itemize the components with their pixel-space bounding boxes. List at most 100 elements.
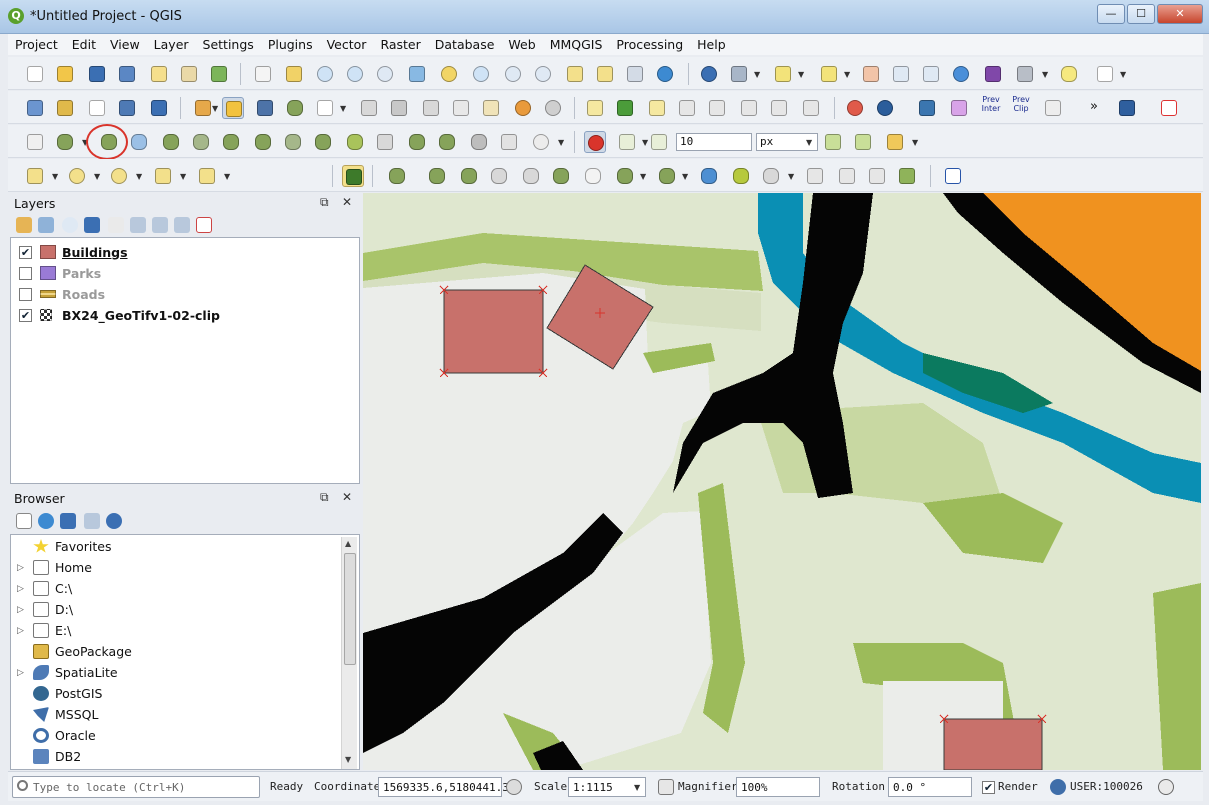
- chevron-down-icon[interactable]: ▼: [212, 104, 218, 113]
- layer-visibility-checkbox[interactable]: ✔: [19, 308, 32, 322]
- coordinate-field[interactable]: 1569335.6,5180441.3: [378, 777, 509, 797]
- remove-layer-icon[interactable]: [196, 217, 212, 233]
- change-label-icon[interactable]: [800, 97, 822, 119]
- ellipse-digitizing-icon[interactable]: [108, 165, 130, 187]
- map-canvas[interactable]: [363, 193, 1201, 770]
- lifebuoy-icon[interactable]: [844, 97, 866, 119]
- minimize-button[interactable]: —: [1097, 4, 1125, 24]
- redo-icon[interactable]: [542, 97, 564, 119]
- menu-database[interactable]: Database: [428, 34, 502, 55]
- field-calculator-icon[interactable]: [982, 63, 1004, 85]
- zoom-native-icon[interactable]: [374, 63, 396, 85]
- close-panel-icon[interactable]: ✕: [342, 195, 352, 209]
- statistical-summary-icon[interactable]: [920, 63, 942, 85]
- lock-scale-icon[interactable]: [658, 779, 674, 795]
- add-polygon-feature-icon[interactable]: [284, 97, 306, 119]
- chevron-down-icon[interactable]: ▼: [1042, 70, 1048, 79]
- menu-plugins[interactable]: Plugins: [261, 34, 320, 55]
- snapping-overlap-icon[interactable]: [884, 131, 906, 153]
- reshape-icon[interactable]: [312, 131, 334, 153]
- save-as-button[interactable]: [116, 63, 138, 85]
- browser-item-e-drive[interactable]: ▷ E:\: [17, 620, 71, 641]
- help-icon[interactable]: [1116, 97, 1138, 119]
- add-group-icon[interactable]: [38, 217, 54, 233]
- scrollbar-thumb[interactable]: [344, 553, 356, 665]
- cad-tool-16-icon[interactable]: [896, 165, 918, 187]
- visibility-eye-icon[interactable]: [62, 217, 78, 233]
- pan-to-selection-icon[interactable]: [283, 63, 305, 85]
- cad-tool-2-icon[interactable]: [426, 165, 448, 187]
- prev-inter-button[interactable]: Prev Inter: [978, 95, 1004, 113]
- cad-tool-7-icon[interactable]: [582, 165, 604, 187]
- chevron-down-icon[interactable]: ▼: [798, 70, 804, 79]
- select-features-icon[interactable]: [772, 63, 794, 85]
- fill-ring-icon[interactable]: [190, 131, 212, 153]
- filter-expression-icon[interactable]: [108, 217, 124, 233]
- printer-icon[interactable]: [1042, 97, 1064, 119]
- rectangle-digitizing-icon[interactable]: [152, 165, 174, 187]
- zoom-last-icon[interactable]: [502, 63, 524, 85]
- toggle-editing-pencil-icon[interactable]: [222, 97, 244, 119]
- properties-info-icon[interactable]: [106, 513, 122, 529]
- browser-item-geopackage[interactable]: GeoPackage: [17, 641, 132, 662]
- advanced-digitizing-icon[interactable]: [24, 131, 46, 153]
- layer-row-parks[interactable]: Parks: [19, 263, 101, 283]
- delete-part-x-icon[interactable]: [282, 131, 304, 153]
- cut-features-icon[interactable]: [420, 97, 442, 119]
- chevron-down-icon[interactable]: ▼: [640, 172, 646, 181]
- chevron-down-icon[interactable]: ▼: [136, 172, 142, 181]
- style-layer-icon[interactable]: [16, 217, 32, 233]
- zoom-out-icon[interactable]: [344, 63, 366, 85]
- save-project-button[interactable]: [86, 63, 108, 85]
- magnifier-spinbox[interactable]: 100%: [736, 777, 820, 797]
- add-wms-layer-icon[interactable]: [148, 97, 170, 119]
- layer-row-raster[interactable]: ✔ BX24_GeoTifv1-02-clip: [19, 305, 220, 325]
- chevron-down-icon[interactable]: ▼: [788, 172, 794, 181]
- browser-item-favorites[interactable]: Favorites: [17, 536, 111, 557]
- cad-tool-10-icon[interactable]: [698, 165, 720, 187]
- print-layout-button[interactable]: [148, 63, 170, 85]
- chevron-down-icon[interactable]: ▼: [558, 138, 564, 147]
- vertex-tool-icon[interactable]: [314, 97, 336, 119]
- globe-icon[interactable]: [874, 97, 896, 119]
- polygon-digitizing-icon[interactable]: [196, 165, 218, 187]
- add-spatialite-layer-icon[interactable]: [116, 97, 138, 119]
- collapse-all-icon[interactable]: [152, 217, 168, 233]
- float-panel-icon[interactable]: ⧉: [320, 195, 329, 210]
- cad-tool-6-icon[interactable]: [550, 165, 572, 187]
- merge-attributes-icon[interactable]: [498, 131, 520, 153]
- add-ring-icon[interactable]: [54, 131, 76, 153]
- expand-arrow-icon[interactable]: ▷: [17, 584, 27, 594]
- filter-browser-icon[interactable]: [60, 513, 76, 529]
- browser-item-postgis[interactable]: PostGIS: [17, 683, 102, 704]
- expand-arrow-icon[interactable]: ▷: [17, 563, 27, 573]
- chevron-down-icon[interactable]: ▼: [1120, 70, 1126, 79]
- browser-item-c-drive[interactable]: ▷ C:\: [17, 578, 72, 599]
- cad-tool-9-icon[interactable]: [656, 165, 678, 187]
- menu-raster[interactable]: Raster: [373, 34, 427, 55]
- browser-item-spatialite[interactable]: ▷ SpatiaLite: [17, 662, 118, 683]
- layer-visibility-checkbox[interactable]: [19, 266, 32, 280]
- modify-attributes-icon[interactable]: [358, 97, 380, 119]
- expand-arrow-icon[interactable]: ▷: [17, 626, 27, 636]
- toolbox-gear-icon[interactable]: [950, 63, 972, 85]
- scroll-down-icon[interactable]: ▼: [345, 755, 351, 764]
- move-to-top-icon[interactable]: [174, 217, 190, 233]
- save-layer-edits-icon[interactable]: [254, 97, 276, 119]
- maximize-button[interactable]: ☐: [1127, 4, 1155, 24]
- cad-tool-14-icon[interactable]: [836, 165, 858, 187]
- chevron-down-icon[interactable]: ▼: [806, 138, 812, 147]
- chevron-down-icon[interactable]: ▼: [180, 172, 186, 181]
- offset-icon[interactable]: [344, 131, 366, 153]
- cad-tool-13-icon[interactable]: [804, 165, 826, 187]
- toolbar-overflow-button[interactable]: »: [1090, 99, 1098, 114]
- current-edits-icon[interactable]: [192, 97, 214, 119]
- circle-digitizing-icon[interactable]: [66, 165, 88, 187]
- style-manager-button[interactable]: [208, 63, 230, 85]
- delete-selected-icon[interactable]: [388, 97, 410, 119]
- undo-icon[interactable]: [512, 97, 534, 119]
- pan-icon[interactable]: [252, 63, 274, 85]
- menu-settings[interactable]: Settings: [196, 34, 261, 55]
- crs-label[interactable]: USER:100026: [1070, 780, 1143, 793]
- hand-plugin-icon[interactable]: [342, 165, 364, 187]
